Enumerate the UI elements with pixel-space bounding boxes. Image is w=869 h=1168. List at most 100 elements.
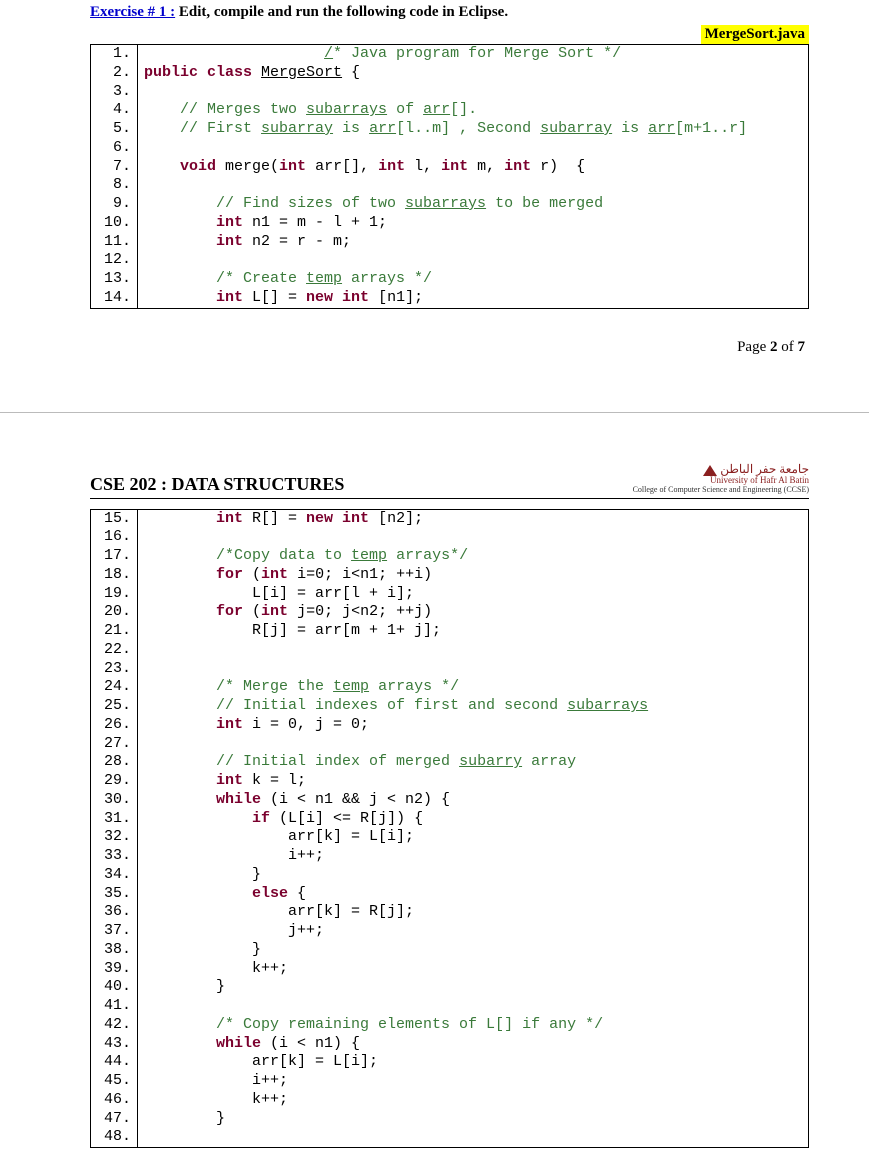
line-number: 44.	[91, 1053, 138, 1072]
code-line: if (L[i] <= R[j]) {	[138, 810, 809, 829]
code-line	[138, 660, 809, 679]
line-number: 7.	[91, 158, 138, 177]
code-line: }	[138, 941, 809, 960]
code-line: // Find sizes of two subarrays to be mer…	[138, 195, 809, 214]
line-number: 6.	[91, 139, 138, 158]
code-line: public class MergeSort {	[138, 64, 809, 83]
code-line: int n1 = m - l + 1;	[138, 214, 809, 233]
page-divider	[0, 412, 869, 413]
line-number: 11.	[91, 233, 138, 252]
exercise-label: Exercise # 1 :	[90, 4, 175, 20]
code-line: /*Copy data to temp arrays*/	[138, 547, 809, 566]
code-line: arr[k] = R[j];	[138, 903, 809, 922]
code-line	[138, 251, 809, 270]
line-number: 14.	[91, 289, 138, 308]
line-number: 15.	[91, 509, 138, 528]
line-number: 18.	[91, 566, 138, 585]
line-number: 8.	[91, 176, 138, 195]
code-line: // Initial indexes of first and second s…	[138, 697, 809, 716]
line-number: 43.	[91, 1035, 138, 1054]
line-number: 45.	[91, 1072, 138, 1091]
university-block: جامعة حفر الباطن University of Hafr Al B…	[633, 463, 809, 495]
line-number: 5.	[91, 120, 138, 139]
line-number: 41.	[91, 997, 138, 1016]
line-number: 40.	[91, 978, 138, 997]
code-line	[138, 83, 809, 102]
code-block-1: 1. /* Java program for Merge Sort */2.pu…	[90, 44, 809, 309]
code-line: int R[] = new int [n2];	[138, 509, 809, 528]
line-number: 36.	[91, 903, 138, 922]
code-line: i++;	[138, 847, 809, 866]
code-line: // First subarray is arr[l..m] , Second …	[138, 120, 809, 139]
line-number: 13.	[91, 270, 138, 289]
filename-highlight: MergeSort.java	[701, 25, 809, 44]
exercise-instruction: Edit, compile and run the following code…	[175, 4, 508, 20]
university-name-ar: جامعة حفر الباطن	[720, 462, 809, 476]
code-line: R[j] = arr[m + 1+ j];	[138, 622, 809, 641]
code-line: i++;	[138, 1072, 809, 1091]
code-line: L[i] = arr[l + i];	[138, 585, 809, 604]
line-number: 24.	[91, 678, 138, 697]
code-line: int i = 0, j = 0;	[138, 716, 809, 735]
code-line	[138, 997, 809, 1016]
line-number: 31.	[91, 810, 138, 829]
line-number: 32.	[91, 828, 138, 847]
code-line: for (int j=0; j<n2; ++j)	[138, 603, 809, 622]
code-line: /* Merge the temp arrays */	[138, 678, 809, 697]
code-line: // Initial index of merged subarry array	[138, 753, 809, 772]
code-line	[138, 735, 809, 754]
code-line	[138, 641, 809, 660]
code-line: }	[138, 866, 809, 885]
line-number: 38.	[91, 941, 138, 960]
code-line: k++;	[138, 1091, 809, 1110]
code-line	[138, 176, 809, 195]
line-number: 37.	[91, 922, 138, 941]
line-number: 22.	[91, 641, 138, 660]
line-number: 34.	[91, 866, 138, 885]
line-number: 25.	[91, 697, 138, 716]
code-line: for (int i=0; i<n1; ++i)	[138, 566, 809, 585]
line-number: 12.	[91, 251, 138, 270]
code-line: while (i < n1) {	[138, 1035, 809, 1054]
line-number: 35.	[91, 885, 138, 904]
line-number: 47.	[91, 1110, 138, 1129]
college-name: College of Computer Science and Engineer…	[633, 486, 809, 495]
code-block-2: 15. int R[] = new int [n2];16.17. /*Copy…	[90, 509, 809, 1149]
line-number: 1.	[91, 45, 138, 64]
code-line	[138, 528, 809, 547]
code-line	[138, 139, 809, 158]
code-line: while (i < n1 && j < n2) {	[138, 791, 809, 810]
line-number: 21.	[91, 622, 138, 641]
code-line: void merge(int arr[], int l, int m, int …	[138, 158, 809, 177]
line-number: 23.	[91, 660, 138, 679]
line-number: 30.	[91, 791, 138, 810]
line-number: 3.	[91, 83, 138, 102]
line-number: 26.	[91, 716, 138, 735]
code-line: j++;	[138, 922, 809, 941]
line-number: 48.	[91, 1128, 138, 1147]
code-line: int n2 = r - m;	[138, 233, 809, 252]
code-line: /* Java program for Merge Sort */	[138, 45, 809, 64]
code-line: else {	[138, 885, 809, 904]
line-number: 46.	[91, 1091, 138, 1110]
code-line	[138, 1128, 809, 1147]
line-number: 28.	[91, 753, 138, 772]
page-header: CSE 202 : DATA STRUCTURES جامعة حفر البا…	[90, 463, 809, 499]
line-number: 19.	[91, 585, 138, 604]
exercise-heading: Exercise # 1 : Edit, compile and run the…	[90, 4, 809, 21]
code-line: arr[k] = L[i];	[138, 1053, 809, 1072]
code-line: }	[138, 1110, 809, 1129]
line-number: 17.	[91, 547, 138, 566]
line-number: 29.	[91, 772, 138, 791]
line-number: 9.	[91, 195, 138, 214]
code-line: /* Copy remaining elements of L[] if any…	[138, 1016, 809, 1035]
code-line: }	[138, 978, 809, 997]
course-title: CSE 202 : DATA STRUCTURES	[90, 474, 344, 495]
filename-bar: MergeSort.java	[90, 25, 809, 44]
line-number: 4.	[91, 101, 138, 120]
line-number: 10.	[91, 214, 138, 233]
line-number: 33.	[91, 847, 138, 866]
line-number: 42.	[91, 1016, 138, 1035]
code-line: arr[k] = L[i];	[138, 828, 809, 847]
line-number: 2.	[91, 64, 138, 83]
